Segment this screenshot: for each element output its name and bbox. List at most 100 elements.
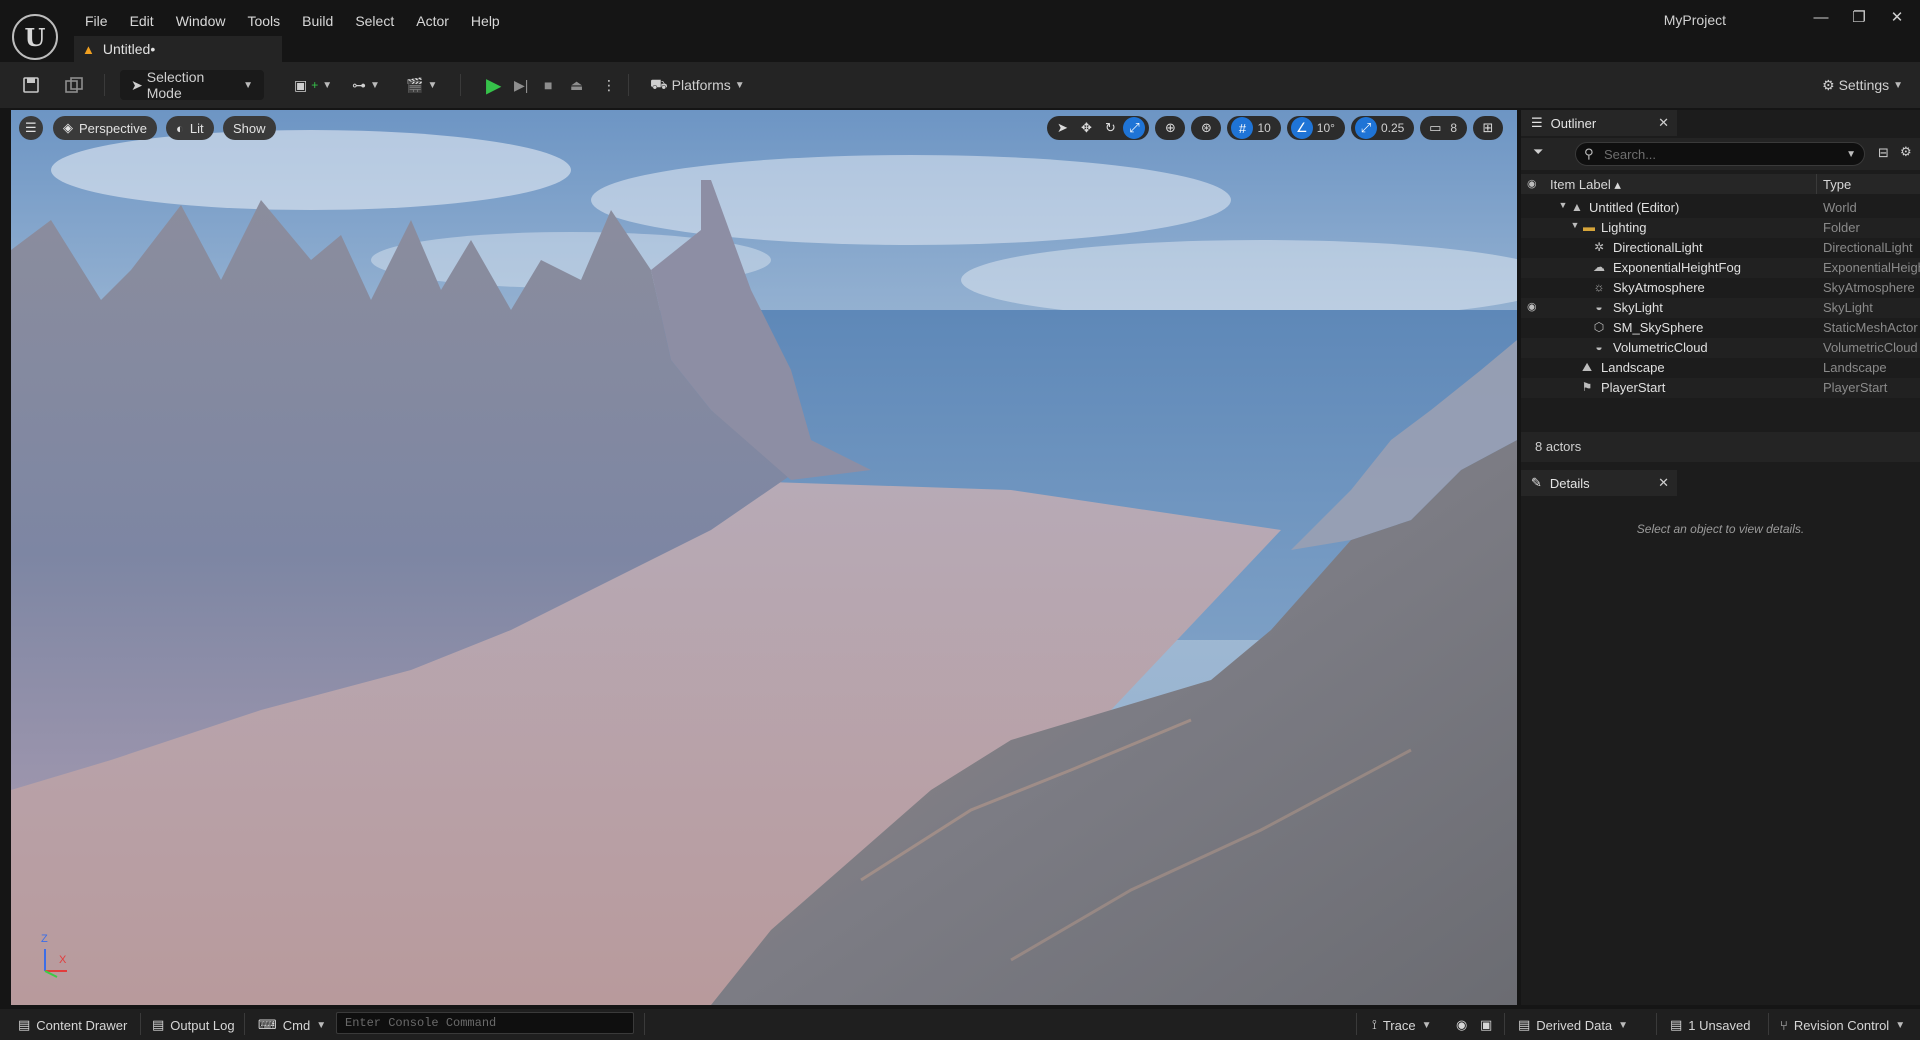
blueprint-icon: ⊶	[352, 76, 366, 93]
menu-edit[interactable]: Edit	[119, 10, 165, 32]
derived-data-button[interactable]: ▤ Derived Data ▼	[1518, 1015, 1628, 1035]
project-name: MyProject	[1663, 12, 1726, 28]
selection-mode-label: Selection Mode	[146, 69, 205, 101]
clapper-icon: 🎬	[406, 76, 424, 93]
outliner-column-header: ◉ Item Label ▴ Type	[1521, 174, 1920, 194]
advance-frame-button[interactable]: ▶|	[514, 70, 528, 100]
surface-snap-icon[interactable]: ⊛	[1195, 117, 1217, 139]
blueprints-button[interactable]: ⊶ ▼	[352, 70, 380, 100]
menu-window[interactable]: Window	[165, 10, 237, 32]
menu-help[interactable]: Help	[460, 10, 511, 32]
play-options-button[interactable]: ⋮	[602, 70, 616, 100]
outliner-search-input[interactable]: ⚲ Search... ▼	[1575, 142, 1865, 166]
restore-icon[interactable]: ❐	[1842, 6, 1876, 30]
settings-button[interactable]: ⚙ Settings ▼	[1822, 70, 1903, 100]
trace-button[interactable]: ⟟ Trace ▼	[1372, 1015, 1432, 1035]
outliner-row[interactable]: ⬡ SM_SkySphere StaticMeshActor	[1521, 318, 1920, 338]
rotation-snap[interactable]: ∠ 10°	[1286, 116, 1345, 140]
menu-build[interactable]: Build	[291, 10, 344, 32]
chevron-down-icon: ▼	[427, 79, 438, 91]
output-log-button[interactable]: ▤ Output Log	[152, 1015, 235, 1035]
database-icon: ▤	[1518, 1017, 1531, 1032]
close-icon[interactable]: ✕	[1658, 115, 1669, 131]
perspective-button[interactable]: ◈ Perspective	[53, 116, 157, 140]
level-viewport[interactable]: ☰ ◈ Perspective ◐ Lit Show ➤ ✥ ↻ ⤢ ⊕ ⊛ #…	[11, 110, 1517, 1005]
translate-icon[interactable]: ✥	[1075, 117, 1097, 139]
select-icon[interactable]: ➤	[1051, 117, 1073, 139]
record-icon[interactable]: ◉	[1456, 1015, 1467, 1035]
show-button[interactable]: Show	[223, 116, 276, 140]
revision-control-button[interactable]: ⑂ Revision Control ▼	[1780, 1015, 1905, 1035]
eye-icon[interactable]: ◉	[1527, 300, 1537, 313]
details-tab[interactable]: ✎ Details ✕	[1521, 470, 1677, 496]
camera-speed[interactable]: ▭ 8	[1420, 116, 1467, 140]
add-actor-button[interactable]: ▣ + ▼	[294, 70, 332, 100]
flag-icon: ⚑	[1581, 380, 1593, 394]
play-button[interactable]: ▶	[486, 70, 501, 100]
stop-button[interactable]: ■	[544, 70, 552, 100]
column-item-label[interactable]: Item Label ▴	[1550, 177, 1621, 193]
close-window-icon[interactable]: ✕	[1880, 6, 1914, 30]
eject-button[interactable]: ⏏	[570, 70, 583, 100]
unsaved-button[interactable]: ▤ 1 Unsaved	[1670, 1015, 1750, 1035]
rotate-icon[interactable]: ↻	[1099, 117, 1121, 139]
browse-level-icon[interactable]	[64, 70, 84, 100]
outliner-row[interactable]: ✲ DirectionalLight DirectionalLight	[1521, 238, 1920, 258]
outliner-row[interactable]: ◒ VolumetricCloud VolumetricCloud	[1521, 338, 1920, 358]
view-mode-button[interactable]: ◐ Lit	[166, 116, 214, 140]
platforms-button[interactable]: ⛟ Platforms ▼	[650, 70, 745, 100]
selection-mode-dropdown[interactable]: ➤ Selection Mode ▼	[120, 69, 264, 101]
grid-snap[interactable]: # 10	[1227, 116, 1281, 140]
cmd-dropdown[interactable]: ⌨ Cmd ▼	[258, 1015, 326, 1035]
viewport-menu-button[interactable]: ☰	[19, 116, 43, 140]
column-type[interactable]: Type	[1823, 177, 1851, 192]
scale-snap[interactable]: ⤢ 0.25	[1350, 116, 1415, 140]
coordinate-system: ⊕	[1155, 116, 1186, 140]
trace-icon: ⟟	[1372, 1017, 1377, 1032]
chevron-down-icon: ▼	[1618, 1019, 1629, 1031]
cinematics-button[interactable]: 🎬 ▼	[406, 70, 437, 100]
menu-tools[interactable]: Tools	[236, 10, 291, 32]
outliner-row[interactable]: ☁ ExponentialHeightFog ExponentialHeight…	[1521, 258, 1920, 278]
chevron-down-icon: ▼	[1893, 79, 1904, 91]
outliner-row[interactable]: ◉ ◒ SkyLight SkyLight	[1521, 298, 1920, 318]
outliner-row[interactable]: ☼ SkyAtmosphere SkyAtmosphere	[1521, 278, 1920, 298]
outliner-icon: ☰	[1531, 115, 1543, 130]
close-icon[interactable]: ✕	[1658, 475, 1669, 491]
outliner-row[interactable]: ⚑ PlayerStart PlayerStart	[1521, 378, 1920, 398]
main-toolbar: ➤ Selection Mode ▼ ▣ + ▼ ⊶ ▼ 🎬 ▼ ▶ ▶| ■ ⏏ ⋮ …	[0, 62, 1920, 108]
chevron-down-icon: ▼	[1895, 1019, 1906, 1031]
globe-icon[interactable]: ⊕	[1159, 117, 1181, 139]
scale-icon[interactable]: ⤢	[1123, 117, 1146, 139]
axis-gizmo: Z X	[35, 933, 75, 981]
unreal-logo[interactable]: U	[12, 14, 58, 60]
outliner-row[interactable]: ▼ ▬ Lighting Folder	[1521, 218, 1920, 238]
menu-file[interactable]: File	[74, 10, 119, 32]
menu-select[interactable]: Select	[344, 10, 405, 32]
angle-icon: ∠	[1290, 117, 1313, 139]
outliner-tab[interactable]: ☰ Outliner ✕	[1521, 110, 1677, 136]
filter-icon[interactable]: ⏷	[1533, 144, 1543, 160]
console-command-input[interactable]: Enter Console Command	[336, 1012, 634, 1034]
plus-icon: +	[311, 78, 319, 92]
gear-icon[interactable]: ⚙	[1900, 144, 1912, 160]
save-icon[interactable]	[22, 70, 40, 100]
outliner-row[interactable]: ▼ ▲ Untitled (Editor) World	[1521, 198, 1920, 218]
chevron-down-icon: ▼	[370, 79, 380, 91]
eye-icon[interactable]: ◉	[1527, 177, 1537, 190]
surface-snap: ⊛	[1191, 116, 1222, 140]
scale-snap-icon: ⤢	[1354, 117, 1377, 139]
add-folder-icon[interactable]: ⊟	[1878, 145, 1889, 161]
minimize-icon[interactable]: —	[1804, 6, 1838, 30]
outliner-row[interactable]: ⛰ Landscape Landscape	[1521, 358, 1920, 378]
grid-snap-value: 10	[1257, 121, 1271, 135]
transform-toolbar: ➤ ✥ ↻ ⤢ ⊕ ⊛ # 10 ∠ 10° ⤢ 0.25 ▭ 8 ⊞	[1047, 116, 1503, 140]
rotation-snap-value: 10°	[1316, 121, 1335, 135]
settings-label: Settings	[1838, 77, 1890, 93]
viewport-layout[interactable]: ⊞	[1473, 116, 1503, 140]
level-tab[interactable]: ▲ Untitled•	[74, 36, 282, 62]
screenshot-icon[interactable]: ▣	[1480, 1015, 1492, 1035]
chevron-down-icon: ▼	[1846, 148, 1856, 160]
content-drawer-button[interactable]: ▤ Content Drawer	[18, 1015, 127, 1035]
menu-actor[interactable]: Actor	[405, 10, 460, 32]
